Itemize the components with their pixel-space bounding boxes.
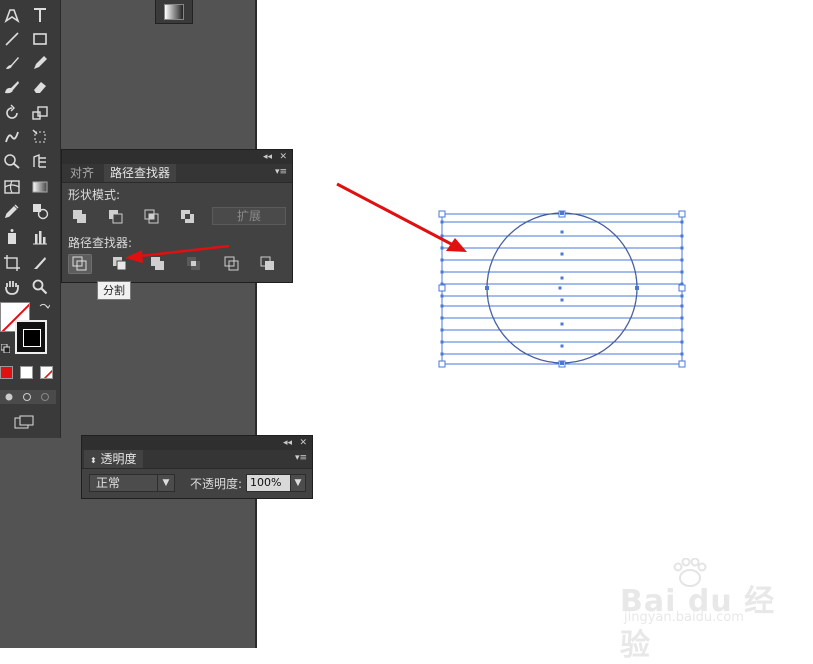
anchor-point [680, 234, 684, 238]
anchor-point [440, 352, 444, 356]
anchor-point [440, 294, 444, 298]
selected-artwork[interactable] [438, 210, 686, 368]
selection-handle[interactable] [438, 284, 446, 292]
anchor-point [440, 246, 444, 250]
anchor-point [680, 328, 684, 332]
anchor-point [680, 270, 684, 274]
anchor-point [440, 340, 444, 344]
center-point [560, 322, 564, 326]
center-point [560, 276, 564, 280]
red-arrow-canvas [336, 182, 467, 252]
circle-anchor [560, 361, 564, 365]
watermark-url: jingyan.baidu.com [624, 610, 744, 625]
selection-handle[interactable] [678, 284, 686, 292]
selection-handle[interactable] [438, 360, 446, 368]
center-point [560, 230, 564, 234]
canvas-layer [125, 182, 686, 368]
anchor-point [440, 316, 444, 320]
selection-handle[interactable] [678, 360, 686, 368]
anchor-point [440, 220, 444, 224]
center-point [560, 344, 564, 348]
anchor-point [680, 294, 684, 298]
center-point [558, 286, 562, 290]
circle-anchor [560, 211, 564, 215]
baidu-watermark: Bai du 经验 jingyan.baidu.com [620, 558, 780, 663]
anchor-point [440, 328, 444, 332]
anchor-point [680, 316, 684, 320]
circle-anchor [635, 286, 639, 290]
center-point [560, 298, 564, 302]
horizontal-lines[interactable] [440, 220, 684, 356]
anchor-point [680, 304, 684, 308]
anchor-point [440, 270, 444, 274]
selection-handle[interactable] [678, 210, 686, 218]
selection-handles[interactable] [438, 210, 686, 368]
anchor-point [680, 220, 684, 224]
anchor-point [440, 304, 444, 308]
anchor-point [680, 258, 684, 262]
anchor-point [680, 352, 684, 356]
circle-anchor [485, 286, 489, 290]
center-point [560, 252, 564, 256]
anchor-point [440, 258, 444, 262]
anchor-point [680, 340, 684, 344]
selection-handle[interactable] [438, 210, 446, 218]
anchor-point [680, 246, 684, 250]
red-arrow-panel [125, 244, 230, 263]
